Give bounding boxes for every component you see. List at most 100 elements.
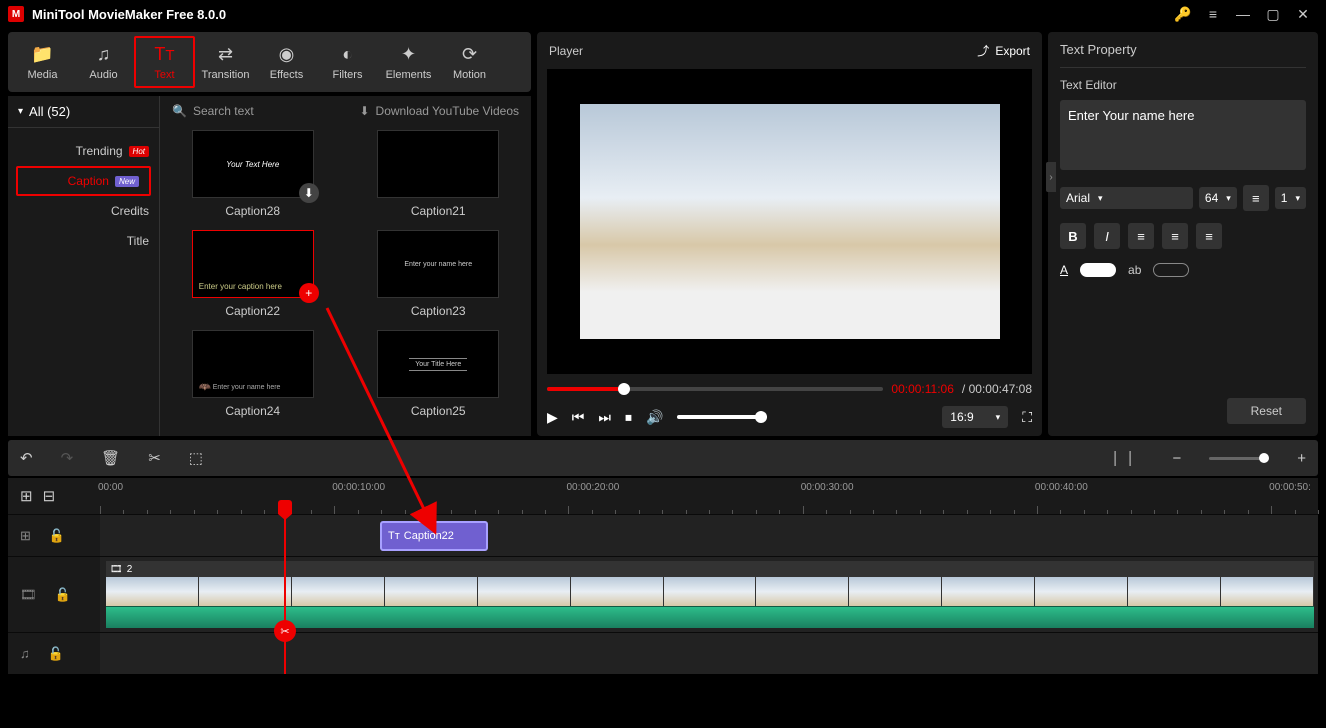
crop-button[interactable]: ⬚ [189, 449, 203, 467]
tab-text[interactable]: TTText [134, 36, 195, 88]
caption21-item[interactable]: Caption21 [358, 130, 520, 218]
audio-track: ♫🔓 [8, 632, 1318, 674]
playhead[interactable]: ✂ [284, 514, 286, 674]
caption-clip[interactable]: TᴛCaption22 [380, 521, 488, 551]
tab-transition[interactable]: ⇄Transition [195, 36, 256, 88]
prev-button[interactable]: ⏮ [572, 409, 585, 426]
text-content-input[interactable] [1060, 100, 1306, 170]
tab-audio[interactable]: ♫Audio [73, 36, 134, 88]
text-color-button[interactable]: A [1060, 263, 1068, 277]
text-track-icon: ⊞ [20, 528, 31, 544]
snap-icon[interactable]: ⎸⎸ [1114, 450, 1144, 467]
music-icon: ♫ [97, 44, 111, 65]
close-button[interactable]: ✕ [1288, 0, 1318, 28]
text-icon: TT [154, 44, 174, 65]
minimize-button[interactable]: — [1228, 0, 1258, 28]
tab-elements[interactable]: ✦Elements [378, 36, 439, 88]
lock-icon[interactable]: 🔓 [49, 528, 65, 544]
track-add-icon[interactable]: ⊞ [20, 487, 33, 505]
caption25-item[interactable]: Your Title Here Caption25 [358, 330, 520, 418]
collapse-panel-button[interactable]: › [1046, 162, 1056, 192]
download-icon[interactable]: ⬇ [299, 183, 319, 203]
timeline-toolbar: ↶ ↷ 🗑 ✂ ⬚ ⎸⎸ − + [8, 440, 1318, 476]
text-color-swatch[interactable] [1080, 263, 1116, 277]
clip-icon: 🎞 [110, 564, 123, 575]
font-family-select[interactable]: Arial▾ [1060, 187, 1193, 209]
download-youtube-link[interactable]: ⬇Download YouTube Videos [359, 104, 519, 118]
category-title[interactable]: Title [8, 226, 159, 256]
reset-button[interactable]: Reset [1227, 398, 1306, 424]
redo-button[interactable]: ↷ [61, 449, 74, 467]
search-icon: 🔍 [172, 104, 187, 118]
video-track: 🎞 🔓 🎞2 [8, 556, 1318, 632]
text-property-title: Text Property [1060, 40, 1306, 67]
export-icon: ⤴ [977, 42, 989, 59]
split-button[interactable]: ✂ [148, 449, 161, 467]
aspect-ratio-select[interactable]: 16:9▾ [942, 406, 1008, 428]
titlebar: M MiniTool MovieMaker Free 8.0.0 🔑 ≡ — ▢… [0, 0, 1326, 28]
video-preview[interactable] [547, 69, 1032, 374]
chevron-down-icon: ▾ [996, 412, 1001, 423]
align-left-button[interactable]: ≡ [1128, 223, 1154, 249]
add-icon[interactable]: + [299, 283, 319, 303]
motion-icon: ⟳ [462, 44, 477, 65]
zoom-slider[interactable] [1209, 457, 1269, 460]
bold-button[interactable]: B [1060, 223, 1086, 249]
category-credits[interactable]: Credits [8, 196, 159, 226]
caption24-item[interactable]: Enter your name here🦇 Caption24 [172, 330, 334, 418]
elements-icon: ✦ [401, 44, 416, 65]
video-clip[interactable]: 🎞2 [106, 561, 1314, 628]
upgrade-icon[interactable]: 🔑 [1168, 0, 1198, 28]
category-trending[interactable]: TrendingHot [8, 136, 159, 166]
effects-icon: ◉ [279, 44, 295, 65]
lock-icon[interactable]: 🔓 [55, 587, 71, 603]
text-editor-label: Text Editor [1060, 78, 1306, 92]
tab-filters[interactable]: ◐Filters [317, 36, 378, 88]
current-time: 00:00:11:06 [891, 382, 954, 396]
chevron-down-icon: ▾ [1098, 193, 1103, 204]
seek-bar[interactable] [547, 387, 883, 391]
video-track-icon: 🎞 [20, 587, 37, 603]
track-remove-icon[interactable]: ⊟ [43, 487, 56, 505]
zoom-in-button[interactable]: + [1297, 450, 1306, 467]
highlight-color-button[interactable]: ab [1128, 263, 1141, 277]
align-center-button[interactable]: ≡ [1162, 223, 1188, 249]
fullscreen-button[interactable]: ⛶ [1022, 409, 1032, 426]
export-button[interactable]: ⤴Export [977, 42, 1030, 59]
stop-button[interactable]: ⏹ [625, 409, 632, 426]
text-template-grid: Your Text Here⬇ Caption28 Caption21 Ente… [160, 126, 531, 436]
volume-slider[interactable] [677, 415, 767, 419]
category-sidebar: ▾All (52) TrendingHot CaptionNew Credits… [8, 96, 160, 436]
undo-button[interactable]: ↶ [20, 449, 33, 467]
timeline-ruler[interactable]: ⊞ ⊟ 00:0000:00:10:0000:00:20:0000:00:30:… [8, 478, 1318, 514]
filters-icon: ◐ [342, 44, 353, 65]
lock-icon[interactable]: 🔓 [48, 646, 64, 662]
menu-icon[interactable]: ≡ [1198, 0, 1228, 28]
top-toolbar: 📁Media ♫Audio TTText ⇄Transition ◉Effect… [8, 32, 531, 92]
tab-media[interactable]: 📁Media [12, 36, 73, 88]
italic-button[interactable]: I [1094, 223, 1120, 249]
align-right-button[interactable]: ≡ [1196, 223, 1222, 249]
search-input[interactable]: 🔍Search text [172, 104, 347, 118]
zoom-out-button[interactable]: − [1172, 450, 1181, 467]
font-size-select[interactable]: 64▾ [1199, 187, 1237, 209]
caption28-item[interactable]: Your Text Here⬇ Caption28 [172, 130, 334, 218]
caption22-item[interactable]: Enter your caption here+ Caption22 [172, 230, 334, 318]
maximize-button[interactable]: ▢ [1258, 0, 1288, 28]
caption23-item[interactable]: Enter your name here Caption23 [358, 230, 520, 318]
audio-track-icon: ♫ [20, 646, 30, 661]
volume-icon[interactable]: 🔊 [646, 409, 663, 426]
tab-motion[interactable]: ⟳Motion [439, 36, 500, 88]
tab-effects[interactable]: ◉Effects [256, 36, 317, 88]
next-button[interactable]: ⏭ [598, 409, 611, 426]
category-caption[interactable]: CaptionNew [16, 166, 151, 196]
player-title: Player [549, 44, 583, 58]
highlight-color-swatch[interactable] [1153, 263, 1189, 277]
play-button[interactable]: ▶ [547, 409, 558, 426]
line-spacing-select[interactable]: 1▾ [1275, 187, 1306, 209]
app-title: MiniTool MovieMaker Free 8.0.0 [32, 7, 226, 22]
text-icon: Tᴛ [388, 530, 400, 542]
delete-button[interactable]: 🗑 [101, 449, 120, 467]
category-all[interactable]: ▾All (52) [8, 96, 159, 128]
playhead-split-button[interactable]: ✂ [274, 620, 296, 642]
